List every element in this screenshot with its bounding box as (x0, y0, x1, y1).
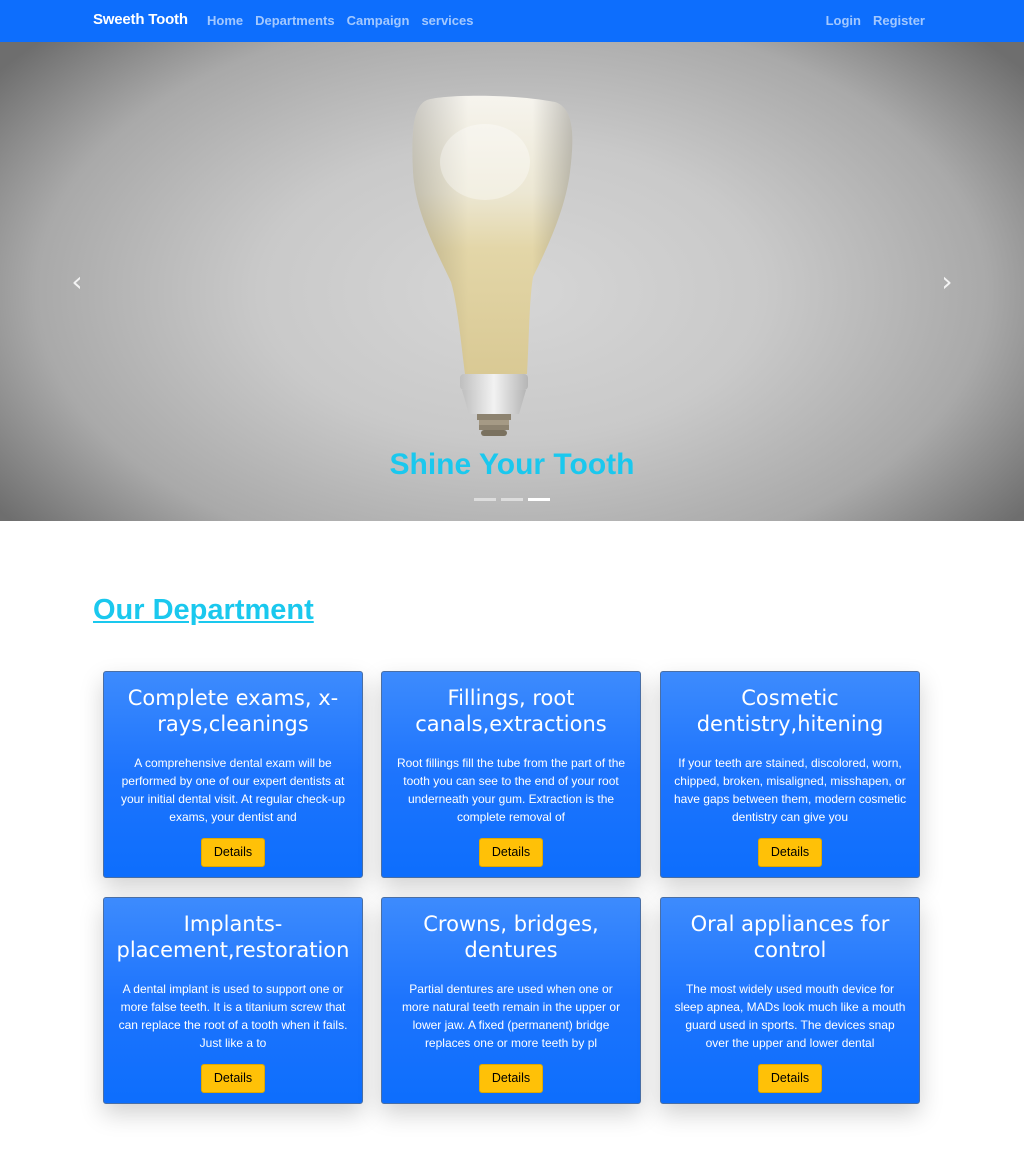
navbar: Sweeth Tooth Home Departments Campaign s… (0, 0, 1024, 42)
nav-link-home[interactable]: Home (207, 13, 243, 28)
department-card: Cosmetic dentistry,hitening If your teet… (660, 671, 920, 878)
card-title: Implants-placement,restoration (116, 912, 350, 962)
details-button[interactable]: Details (479, 838, 543, 867)
department-card: Fillings, root canals,extractions Root f… (381, 671, 641, 878)
card-title: Oral appliances for control (690, 912, 890, 962)
register-link[interactable]: Register (873, 13, 925, 28)
card-text: A comprehensive dental exam will be perf… (120, 756, 346, 824)
card-text: The most widely used mouth device for sl… (674, 982, 906, 1050)
card-text: Partial dentures are used when one or mo… (401, 982, 621, 1050)
card-text: A dental implant is used to support one … (118, 982, 348, 1050)
department-card: Implants-placement,restoration A dental … (103, 897, 363, 1104)
details-button[interactable]: Details (201, 1064, 265, 1093)
login-link[interactable]: Login (826, 13, 861, 28)
tooth-bulb-image (405, 92, 580, 444)
carousel-indicator-1[interactable] (474, 498, 496, 501)
carousel-next-button[interactable]: › (932, 267, 962, 297)
brand-logo[interactable]: Sweeth Tooth (93, 11, 188, 28)
card-title: Fillings, root canals,extractions (415, 686, 607, 736)
card-title: Crowns, bridges, dentures (423, 912, 599, 962)
hero-carousel: ‹ › Shine Your Tooth (0, 42, 1024, 521)
carousel-indicators (474, 498, 550, 501)
card-title: Cosmetic dentistry,hitening (696, 686, 884, 736)
carousel-prev-button[interactable]: ‹ (62, 267, 92, 297)
nav-links: Home Departments Campaign services (207, 13, 474, 28)
nav-link-services[interactable]: services (421, 13, 473, 28)
carousel-indicator-2[interactable] (501, 498, 523, 501)
details-button[interactable]: Details (201, 838, 265, 867)
details-button[interactable]: Details (479, 1064, 543, 1093)
nav-link-departments[interactable]: Departments (255, 13, 334, 28)
department-card: Complete exams, x-rays,cleanings A compr… (103, 671, 363, 878)
chevron-left-icon: ‹ (71, 265, 83, 298)
nav-link-campaign[interactable]: Campaign (347, 13, 410, 28)
details-button[interactable]: Details (758, 838, 822, 867)
department-card: Oral appliances for control The most wid… (660, 897, 920, 1104)
auth-links: Login Register (826, 13, 925, 28)
department-card: Crowns, bridges, dentures Partial dentur… (381, 897, 641, 1104)
card-text: Root fillings fill the tube from the par… (396, 756, 626, 824)
card-title: Complete exams, x-rays,cleanings (127, 686, 339, 736)
section-title: Our Department (93, 594, 314, 626)
carousel-caption: Shine Your Tooth (389, 448, 635, 481)
details-button[interactable]: Details (758, 1064, 822, 1093)
carousel-indicator-3[interactable] (528, 498, 550, 501)
chevron-right-icon: › (941, 265, 953, 298)
card-text: If your teeth are stained, discolored, w… (673, 756, 907, 824)
